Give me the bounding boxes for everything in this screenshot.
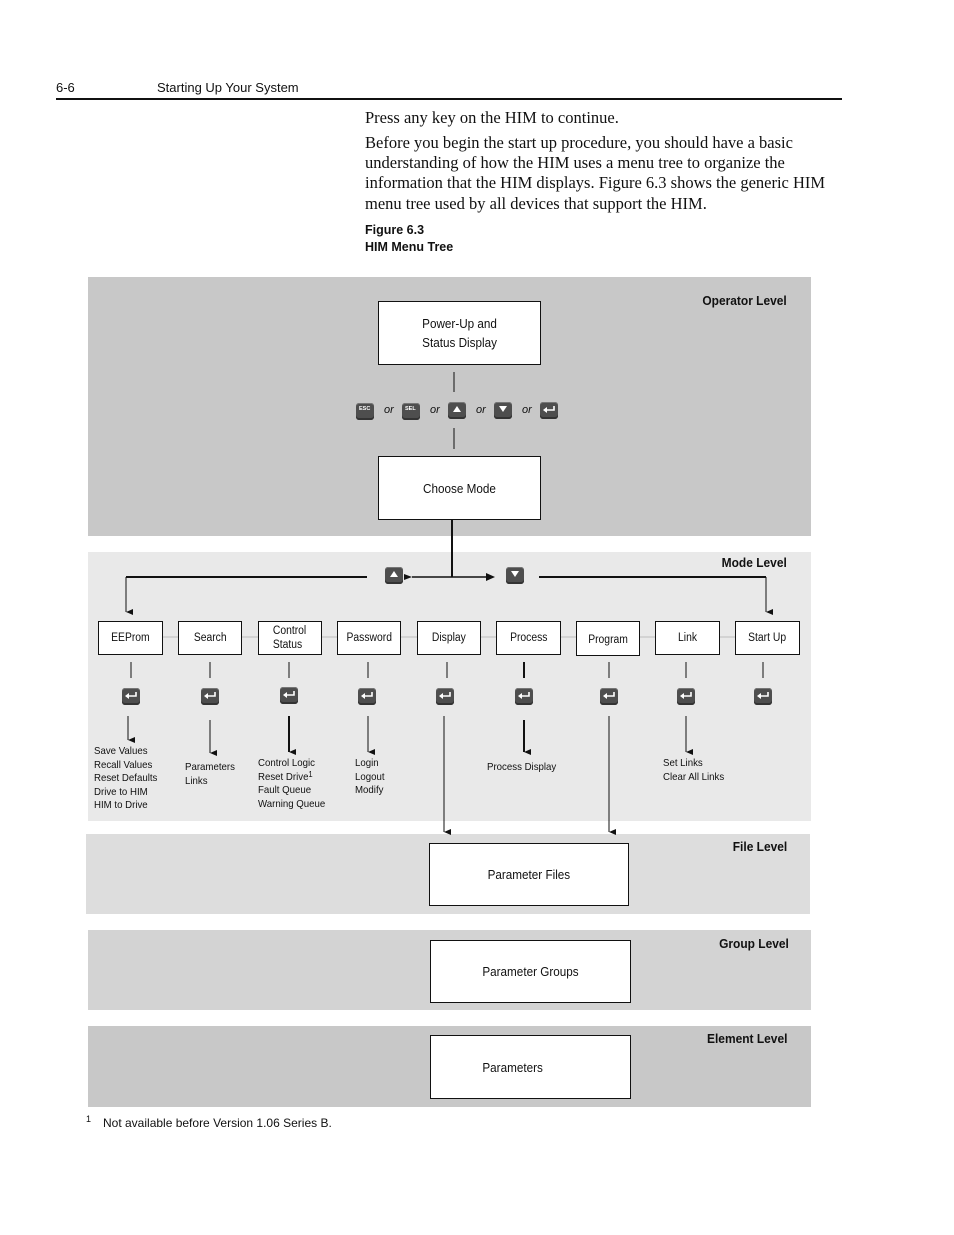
enter-key-icon [201,688,219,705]
parameter-groups-label: Parameter Groups [482,964,579,979]
mode-box-eeprom: EEProm [98,621,163,655]
up-arrow-key-icon [448,402,466,419]
down-arrow-key-icon [506,567,524,584]
mode-box-start-up: Start Up [735,621,800,655]
mode-label: Password [346,632,392,644]
mode-level-label: Mode Level [721,555,787,570]
option-item: HIM to Drive [94,799,148,812]
enter-key-icon [754,688,772,705]
parameter-files-label: Parameter Files [487,867,571,882]
enter-key-icon [515,688,533,705]
option-item: Recall Values [94,758,153,771]
option-item: Drive to HIM [94,785,148,798]
mode-label: Start Up [748,632,787,644]
choose-mode-label: Choose Mode [423,480,496,496]
or-text: or [384,404,394,416]
option-item: Fault Queue [258,784,312,797]
parameters-box: Parameters [430,1035,631,1099]
mode-label: Display [432,632,466,644]
down-arrow-key-icon [494,402,512,419]
option-item: Parameters [185,761,235,773]
mode-box-password: Password [337,621,401,655]
or-text: or [476,404,486,416]
process-options: Process Display [487,761,556,775]
operator-level-label: Operator Level [702,293,787,308]
option-item: Logout [355,770,385,783]
footnote-mark: 1 [86,1114,92,1124]
svg-text:SEL: SEL [405,406,416,412]
option-item: Control Logic [258,757,315,769]
file-level-label: File Level [732,839,787,854]
group-level-label: Group Level [719,936,789,951]
mode-label: Control Status [273,625,307,651]
enter-key-icon [677,688,695,705]
option-item: Process Display [487,761,557,773]
password-options: Login Logout Modify [355,757,385,798]
mode-box-link: Link [655,621,720,655]
svg-text:ESC: ESC [359,406,370,412]
mode-box-process: Process [496,621,561,655]
figure-title: HIM Menu Tree [365,240,454,254]
enter-key-icon [436,688,454,705]
mode-box-display: Display [417,621,481,655]
option-item: Save Values [94,745,148,757]
mode-box-search: Search [178,621,242,655]
section-title: Starting Up Your System [157,80,299,95]
option-item: Warning Queue [258,797,326,810]
enter-key-icon [358,688,376,705]
option-text: Reset Drive [258,770,309,783]
footnote-ref: 1 [308,769,313,779]
mode-label: Process [509,632,548,644]
up-arrow-key-icon [385,567,403,584]
figure-number: Figure 6.3 [365,223,425,237]
enter-key-icon [600,688,618,705]
link-options: Set Links Clear All Links [663,757,724,784]
parameter-files-box: Parameter Files [429,843,629,906]
option-item: Links [185,774,208,787]
option-item: Clear All Links [663,770,725,783]
option-item: Reset Drive1 [258,769,325,785]
footnote-text: Not available before Version 1.06 Series… [103,1116,332,1130]
header-rule [56,98,842,100]
or-text: or [522,404,532,416]
enter-key-icon [122,688,140,705]
power-up-status-display-box: Power-Up and Status Display [378,301,541,365]
control-status-options: Control Logic Reset Drive1 Fault Queue W… [258,757,325,811]
element-level-label: Element Level [706,1031,787,1046]
enter-key-icon [540,402,558,419]
parameter-groups-box: Parameter Groups [430,940,631,1003]
choose-mode-box: Choose Mode [378,456,541,520]
parameters-label: Parameters [482,1059,543,1075]
page-number: 6-6 [56,80,75,95]
esc-key-icon: ESC [356,403,374,420]
mode-box-program: Program [576,621,640,656]
eeprom-options: Save Values Recall Values Reset Defaults… [94,745,157,813]
option-item: Login [355,757,379,769]
power-up-status-display-label: Power-Up and Status Display [422,316,497,350]
mode-label: Search [193,632,227,644]
mode-label: Link [677,632,697,644]
paragraph-2: Before you begin the start up procedure,… [365,133,826,213]
paragraph-1: Press any key on the HIM to continue. [365,108,619,127]
option-item: Reset Defaults [94,772,158,785]
sel-key-icon: SEL [402,403,420,420]
mode-label: Program [588,633,628,646]
search-options: Parameters Links [185,761,235,788]
mode-label: EEProm [111,632,150,644]
mode-box-control-status: Control Status [258,621,322,655]
enter-key-icon [280,687,298,704]
option-item: Modify [355,784,384,797]
option-item: Set Links [663,757,703,769]
or-text: or [430,404,440,416]
